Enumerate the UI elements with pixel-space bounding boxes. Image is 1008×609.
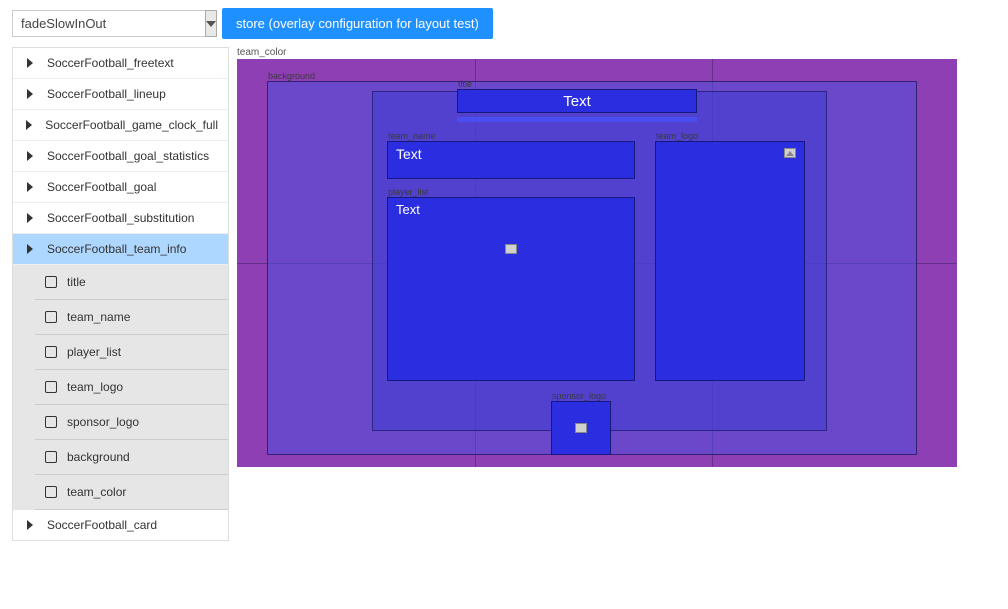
tree-children: title team_name player_list team_logo sp… <box>13 265 228 510</box>
region-team-logo[interactable]: team_logo <box>655 141 805 381</box>
tree-child-team-name[interactable]: team_name <box>35 300 228 335</box>
title-text: Text <box>563 93 591 110</box>
tree-item-game-clock-full[interactable]: SoccerFootball_game_clock_full <box>13 110 228 141</box>
tree-child-label: team_name <box>67 310 130 324</box>
tree-child-label: title <box>67 275 86 289</box>
canvas-root-label: team_color <box>237 47 1008 58</box>
square-icon <box>45 276 57 288</box>
region-title[interactable]: title Text <box>457 89 697 113</box>
region-label: title <box>458 79 472 89</box>
square-icon <box>45 486 57 498</box>
sidebar: SoccerFootball_freetext SoccerFootball_l… <box>12 47 229 541</box>
chevron-right-icon <box>23 244 37 254</box>
team-name-text: Text <box>396 146 422 162</box>
square-icon <box>45 346 57 358</box>
tree-item-substitution[interactable]: SoccerFootball_substitution <box>13 203 228 234</box>
tree-child-label: player_list <box>67 345 121 359</box>
tree-item-label: SoccerFootball_lineup <box>47 87 166 101</box>
region-label: background <box>268 71 315 81</box>
tree-child-label: team_logo <box>67 380 123 394</box>
tree-child-title[interactable]: title <box>35 265 228 300</box>
region-label: team_logo <box>656 131 698 141</box>
region-label: sponsor_logo <box>552 391 606 401</box>
square-icon <box>45 451 57 463</box>
image-placeholder-icon <box>575 423 587 433</box>
tree-child-label: background <box>67 450 130 464</box>
dropdown-arrow-icon[interactable] <box>205 10 217 37</box>
tree-item-label: SoccerFootball_game_clock_full <box>45 118 218 132</box>
topbar: store (overlay configuration for layout … <box>0 0 1008 47</box>
square-icon <box>45 416 57 428</box>
region-label: player_list <box>388 187 429 197</box>
tree-item-freetext[interactable]: SoccerFootball_freetext <box>13 48 228 79</box>
animation-select[interactable] <box>12 10 212 37</box>
tree-item-label: SoccerFootball_team_info <box>47 242 186 256</box>
region-team-name[interactable]: team_name Text <box>387 141 635 179</box>
canvas-wrap: team_color background title Text team_na… <box>237 47 1008 467</box>
chevron-right-icon <box>23 151 37 161</box>
chevron-right-icon <box>23 182 37 192</box>
square-icon <box>45 311 57 323</box>
main: SoccerFootball_freetext SoccerFootball_l… <box>0 47 1008 541</box>
tree-item-label: SoccerFootball_goal <box>47 180 156 194</box>
tree-item-label: SoccerFootball_goal_statistics <box>47 149 209 163</box>
title-underline <box>457 117 697 122</box>
chevron-right-icon <box>23 120 35 130</box>
tree-child-player-list[interactable]: player_list <box>35 335 228 370</box>
tree-item-card[interactable]: SoccerFootball_card <box>13 510 228 540</box>
store-button[interactable]: store (overlay configuration for layout … <box>222 8 493 39</box>
tree-child-label: sponsor_logo <box>67 415 139 429</box>
tree-item-goal[interactable]: SoccerFootball_goal <box>13 172 228 203</box>
tree-item-label: SoccerFootball_card <box>47 518 157 532</box>
animation-select-input[interactable] <box>12 10 205 37</box>
tree-item-lineup[interactable]: SoccerFootball_lineup <box>13 79 228 110</box>
image-placeholder-icon <box>784 148 796 158</box>
tree-item-team-info[interactable]: SoccerFootball_team_info <box>13 234 228 265</box>
image-placeholder-icon <box>505 244 517 254</box>
tree-child-background[interactable]: background <box>35 440 228 475</box>
tree-child-team-color[interactable]: team_color <box>35 475 228 510</box>
region-player-list[interactable]: player_list Text <box>387 197 635 381</box>
tree-item-goal-statistics[interactable]: SoccerFootball_goal_statistics <box>13 141 228 172</box>
tree-child-team-logo[interactable]: team_logo <box>35 370 228 405</box>
tree-child-label: team_color <box>67 485 126 499</box>
region-sponsor-logo[interactable]: sponsor_logo <box>551 401 611 455</box>
tree-item-label: SoccerFootball_freetext <box>47 56 174 70</box>
player-list-text: Text <box>396 202 420 217</box>
chevron-right-icon <box>23 89 37 99</box>
tree-item-label: SoccerFootball_substitution <box>47 211 194 225</box>
square-icon <box>45 381 57 393</box>
chevron-right-icon <box>23 58 37 68</box>
region-label: team_name <box>388 131 436 141</box>
layout-canvas[interactable]: background title Text team_name Text tea… <box>237 59 957 467</box>
chevron-right-icon <box>23 213 37 223</box>
tree-child-sponsor-logo[interactable]: sponsor_logo <box>35 405 228 440</box>
chevron-right-icon <box>23 520 37 530</box>
